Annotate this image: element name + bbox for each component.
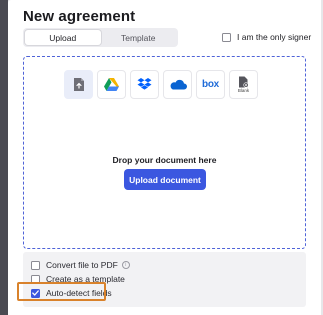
blank-label: Blank	[237, 87, 250, 93]
convert-pdf-option[interactable]: Convert file to PDF i	[31, 260, 130, 270]
convert-pdf-checkbox[interactable]	[31, 260, 40, 270]
upload-document-button[interactable]: Upload document	[124, 169, 206, 190]
dropbox-icon	[137, 78, 152, 90]
box-icon: box	[202, 79, 219, 90]
upload-from-computer-button[interactable]	[64, 70, 93, 99]
blank-document-icon	[239, 76, 249, 88]
highlight-annotation	[17, 282, 106, 301]
google-drive-icon	[104, 78, 119, 91]
info-icon[interactable]: i	[121, 261, 130, 269]
drop-instructions: Drop your document here	[112, 155, 217, 165]
new-agreement-dialog: New agreement Upload Template I am the o…	[8, 0, 321, 315]
file-dropzone[interactable]: box Blank Drop your document here Upload…	[23, 56, 306, 249]
upload-file-icon	[73, 78, 84, 91]
upload-source-list: box Blank	[64, 70, 258, 99]
source-tabs: Upload Template	[23, 28, 178, 47]
tab-template[interactable]: Template	[101, 30, 177, 45]
tab-upload[interactable]: Upload	[25, 30, 101, 45]
google-drive-button[interactable]	[97, 70, 126, 99]
box-button[interactable]: box	[196, 70, 225, 99]
onedrive-button[interactable]	[163, 70, 192, 99]
only-signer-checkbox[interactable]	[222, 32, 231, 42]
only-signer-option[interactable]: I am the only signer	[222, 32, 311, 42]
only-signer-label: I am the only signer	[237, 32, 312, 42]
onedrive-icon	[170, 79, 187, 90]
convert-pdf-label: Convert file to PDF	[46, 260, 118, 270]
blank-document-button[interactable]: Blank	[229, 70, 258, 99]
dialog-title: New agreement	[23, 8, 136, 25]
background-overlay	[0, 0, 8, 315]
dropbox-button[interactable]	[130, 70, 159, 99]
